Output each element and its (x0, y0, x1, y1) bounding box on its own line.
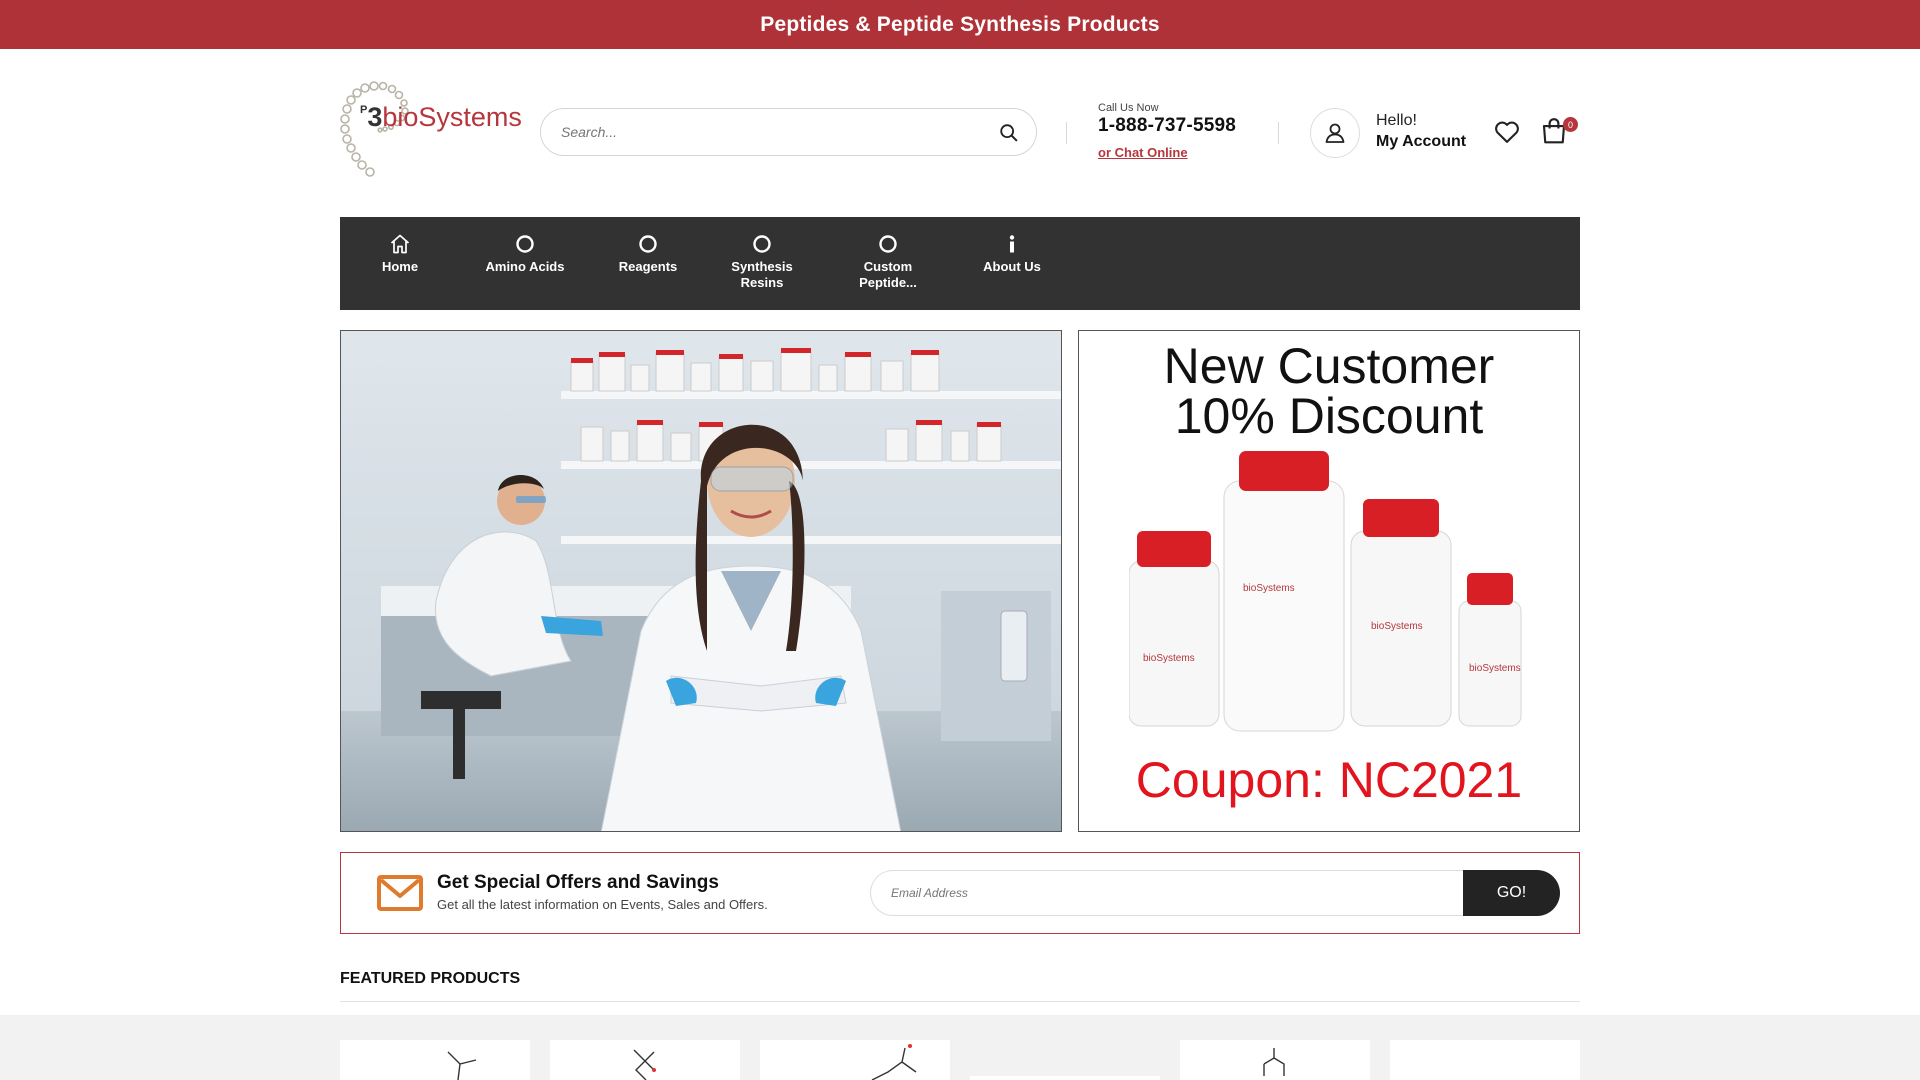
product-card[interactable] (1180, 1040, 1370, 1080)
newsletter-title: Get Special Offers and Savings (437, 872, 719, 893)
product-structure-image (1263, 1048, 1285, 1076)
announcement-bar: Peptides & Peptide Synthesis Products (0, 0, 1920, 49)
divider (1278, 122, 1279, 144)
promo-banner[interactable]: New Customer 10% Discount bioSystems bio… (1078, 330, 1580, 832)
nav-item-home[interactable]: Home (340, 231, 460, 275)
svg-text:bioSystems: bioSystems (1469, 663, 1521, 674)
nav-item-about-us[interactable]: About Us (962, 231, 1062, 275)
section-divider (340, 1001, 1580, 1002)
heart-icon[interactable] (1493, 118, 1521, 146)
email-field[interactable] (870, 870, 1464, 916)
product-card[interactable] (760, 1040, 950, 1080)
site-logo[interactable]: P3bioSystems (340, 78, 522, 185)
nav-label: Reagents (618, 259, 678, 274)
search-icon[interactable] (998, 122, 1020, 144)
account-label: My Account (1376, 133, 1467, 150)
product-card[interactable] (550, 1040, 740, 1080)
svg-text:bioSystems: bioSystems (1371, 621, 1423, 632)
call-label: Call Us Now (1098, 102, 1159, 114)
info-icon (1009, 235, 1015, 253)
announcement-text: Peptides & Peptide Synthesis Products (760, 12, 1160, 36)
circle-icon (639, 235, 657, 253)
nav-label: Home (381, 259, 419, 274)
envelope-icon (377, 875, 423, 911)
home-icon (390, 234, 410, 254)
nav-item-custom-peptide[interactable]: Custom Peptide... (838, 231, 938, 291)
circle-icon (753, 235, 771, 253)
nav-item-amino-acids[interactable]: Amino Acids (465, 231, 585, 275)
product-structure-image (871, 1044, 917, 1080)
nav-label: About Us (983, 259, 1041, 274)
account-link[interactable]: Hello! My Account (1376, 112, 1466, 151)
nav-label: Custom Peptide... (859, 259, 917, 290)
product-bottles-image: bioSystems bioSystems bioSystems bioSyst… (1129, 451, 1522, 732)
search-box (540, 108, 1037, 156)
circle-icon (879, 235, 897, 253)
site-header: P3bioSystems Call Us Now 1-888-737-5598 … (340, 78, 1580, 188)
newsletter-signup: Get Special Offers and Savings Get all t… (340, 852, 1580, 934)
phone-number[interactable]: 1-888-737-5598 (1098, 115, 1268, 137)
account-icon-button[interactable] (1310, 108, 1360, 158)
svg-text:bioSystems: bioSystems (1143, 653, 1195, 664)
nav-item-reagents[interactable]: Reagents (588, 231, 708, 275)
contact-block: Call Us Now 1-888-737-5598 or Chat Onlin… (1098, 102, 1268, 162)
main-nav: Home Amino Acids Reagents Synthesis Resi… (340, 217, 1580, 310)
nav-label: Amino Acids (485, 259, 565, 274)
divider (1066, 122, 1067, 144)
product-card[interactable] (970, 1076, 1160, 1080)
product-card[interactable] (340, 1040, 530, 1080)
chat-online-link[interactable]: or Chat Online (1098, 145, 1188, 160)
user-icon (1325, 123, 1345, 143)
newsletter-subtitle: Get all the latest information on Events… (437, 897, 768, 912)
featured-products-strip (0, 1015, 1920, 1080)
svg-text:bioSystems: bioSystems (1243, 583, 1295, 594)
featured-products-title: FEATURED PRODUCTS (340, 970, 521, 987)
lab-scientists-image (341, 331, 1061, 831)
coupon-code: Coupon: NC2021 (1135, 752, 1523, 808)
hero-banner[interactable] (340, 330, 1062, 832)
subscribe-button[interactable]: GO! (1463, 870, 1560, 916)
logo-wordmark: P3bioSystems (360, 102, 522, 132)
product-structure-image (447, 1051, 477, 1080)
product-structure-image (633, 1049, 656, 1080)
circle-icon (516, 235, 534, 253)
nav-item-synthesis-resins[interactable]: Synthesis Resins (712, 231, 812, 291)
product-card[interactable] (1390, 1040, 1580, 1080)
nav-label: Synthesis Resins (731, 259, 793, 290)
account-greeting: Hello! (1376, 112, 1417, 129)
cart-count-badge: 0 (1563, 117, 1578, 132)
promo-headline: New Customer 10% Discount (1163, 338, 1495, 444)
search-input[interactable] (561, 124, 981, 140)
